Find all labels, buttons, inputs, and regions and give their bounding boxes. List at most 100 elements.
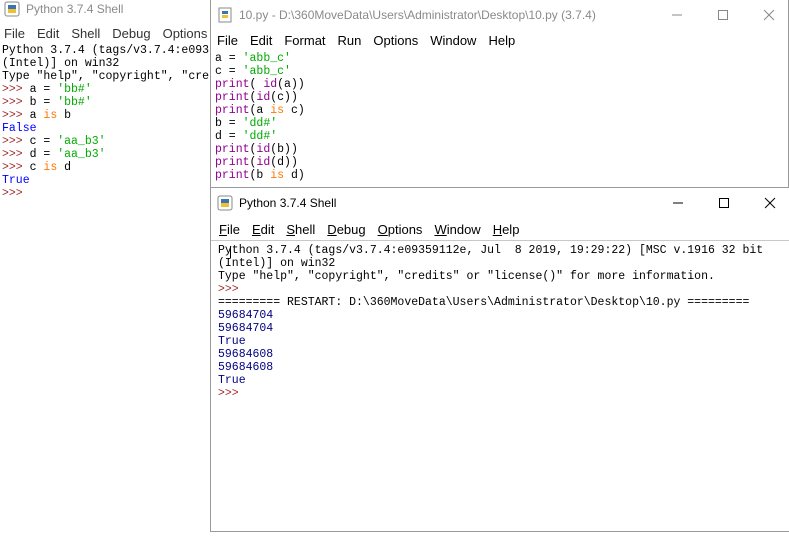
maximize-button[interactable] <box>700 0 746 30</box>
code-line: print(id(d)) <box>215 156 788 169</box>
python-icon <box>217 195 233 211</box>
code-token: >>> <box>2 187 23 200</box>
code-token: c = <box>215 65 243 78</box>
code-line: 59684704 <box>218 309 789 322</box>
code-line: a = 'abb_c' <box>215 52 788 65</box>
code-token: 59684704 <box>218 322 274 335</box>
code-token: Python 3.7.4 (tags/v3.7.4:e09359112e, Ju… <box>218 244 764 257</box>
code-token: (b <box>249 169 271 182</box>
menu-file[interactable]: File <box>0 26 31 41</box>
close-button[interactable] <box>746 0 788 30</box>
code-line: d = 'dd#' <box>215 130 788 143</box>
code-token: 'aa_b3' <box>57 135 106 148</box>
maximize-icon <box>719 198 729 208</box>
menu-edit[interactable]: Edit <box>31 26 65 41</box>
code-token: 'bb#' <box>57 83 92 96</box>
code-token: (Intel)] on win32 <box>218 257 336 270</box>
menu-format[interactable]: Format <box>278 33 331 48</box>
code-token: c <box>29 161 44 174</box>
background-shell-menubar: File Edit Shell Debug Options <box>0 22 212 44</box>
code-token: id <box>256 91 271 104</box>
code-token: d = <box>29 148 58 161</box>
code-token: print <box>215 91 250 104</box>
foreground-shell-titlebar[interactable]: Python 3.7.4 Shell <box>211 188 789 218</box>
background-shell-title: Python 3.7.4 Shell <box>26 2 124 16</box>
code-line: >>> b = 'bb#' <box>2 96 212 109</box>
editor-window-controls <box>654 0 788 30</box>
minimize-button[interactable] <box>654 0 700 30</box>
menu-options[interactable]: Options <box>372 222 429 237</box>
editor-window[interactable]: 10.py - D:\360MoveData\Users\Administrat… <box>210 0 789 188</box>
code-token: ( <box>249 78 264 91</box>
code-token: a = <box>29 83 58 96</box>
code-line: >>> a = 'bb#' <box>2 83 212 96</box>
menu-debug[interactable]: Debug <box>321 222 371 237</box>
menu-help[interactable]: Help <box>482 33 521 48</box>
menu-help[interactable]: Help <box>487 222 526 237</box>
code-line: True <box>218 335 789 348</box>
code-token: is <box>43 161 58 174</box>
python-icon <box>4 1 20 17</box>
code-line: Python 3.7.4 (tags/v3.7.4:e093 <box>2 44 212 57</box>
maximize-button[interactable] <box>701 188 747 218</box>
code-line: Type "help", "copyright", "cre <box>2 70 212 83</box>
minimize-button[interactable] <box>655 188 701 218</box>
menu-run[interactable]: Run <box>332 33 368 48</box>
background-shell-titlebar[interactable]: Python 3.7.4 Shell <box>0 0 212 22</box>
code-line: >>> <box>218 283 789 296</box>
menu-shell[interactable]: Shell <box>280 222 321 237</box>
foreground-shell-text[interactable]: Python 3.7.4 (tags/v3.7.4:e09359112e, Ju… <box>211 244 789 400</box>
foreground-shell-window[interactable]: Python 3.7.4 Shell File Edit Shell Debug Opt… <box>210 187 789 532</box>
code-token: d <box>57 161 72 174</box>
menu-edit[interactable]: Edit <box>244 33 278 48</box>
menu-options[interactable]: Options <box>367 33 424 48</box>
menu-debug[interactable]: Debug <box>106 26 156 41</box>
code-line: >>> <box>218 387 789 400</box>
background-shell-text[interactable]: Python 3.7.4 (tags/v3.7.4:e093 (Intel)] o… <box>0 44 212 200</box>
code-token: id <box>263 78 278 91</box>
code-token: (b)) <box>270 143 298 156</box>
code-token: >>> <box>2 109 30 122</box>
code-line: print(id(b)) <box>215 143 788 156</box>
menu-options[interactable]: Options <box>157 26 212 41</box>
code-token: print <box>215 104 250 117</box>
code-token: True <box>2 174 30 187</box>
code-token: >>> <box>2 83 30 96</box>
menu-shell[interactable]: Shell <box>65 26 106 41</box>
code-token: is <box>43 109 58 122</box>
editor-titlebar[interactable]: 10.py - D:\360MoveData\Users\Administrat… <box>211 0 788 30</box>
menu-edit[interactable]: Edit <box>246 222 280 237</box>
code-token: 59684704 <box>218 309 274 322</box>
close-button[interactable] <box>747 188 789 218</box>
menu-window[interactable]: Window <box>428 222 486 237</box>
menubar-divider <box>211 240 789 241</box>
code-line: print(b is d) <box>215 169 788 182</box>
menu-file[interactable]: File <box>211 33 244 48</box>
editor-code-area[interactable]: a = 'abb_c' c = 'abb_c' print( id(a)) print… <box>211 52 788 182</box>
background-shell-window[interactable]: Python 3.7.4 Shell File Edit Shell Debug Opt… <box>0 0 212 536</box>
code-line: >>> c is d <box>2 161 212 174</box>
code-line: >>> <box>2 187 212 200</box>
code-token: (a)) <box>277 78 305 91</box>
code-line: print(a is c) <box>215 104 788 117</box>
code-token: 'dd#' <box>242 130 278 143</box>
editor-menubar: File Edit Format Run Options Window Help <box>211 30 788 50</box>
code-token: d) <box>284 169 305 182</box>
code-token: is <box>270 169 285 182</box>
menu-window[interactable]: Window <box>424 33 482 48</box>
code-token: Type "help", "copyright", "cre <box>2 70 210 83</box>
code-line: True <box>2 174 212 187</box>
code-token: print <box>215 143 250 156</box>
foreground-shell-title: Python 3.7.4 Shell <box>239 196 337 210</box>
close-icon <box>764 197 776 209</box>
code-token: Python 3.7.4 (tags/v3.7.4:e093 <box>2 44 210 57</box>
shell-window-controls <box>655 188 789 218</box>
code-line: False <box>2 122 212 135</box>
menu-file[interactable]: File <box>213 222 246 237</box>
code-token: is <box>270 104 285 117</box>
code-token: >>> <box>2 148 30 161</box>
code-token: (Intel)] on win32 <box>2 57 120 70</box>
minimize-icon <box>673 202 683 204</box>
code-line: Python 3.7.4 (tags/v3.7.4:e09359112e, Ju… <box>218 244 789 258</box>
code-line: print( id(a)) <box>215 78 788 91</box>
